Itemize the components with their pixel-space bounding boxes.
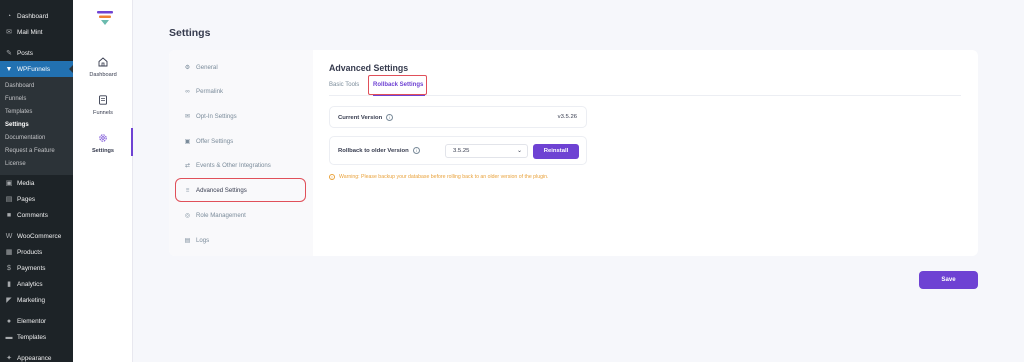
envelope-icon: ✉ xyxy=(184,112,191,120)
settings-nav-role-management[interactable]: ◎ Role Management xyxy=(183,208,246,222)
mail-icon: ✉ xyxy=(6,29,12,36)
wp-menu-media[interactable]: ▣ Media xyxy=(0,175,73,191)
wp-submenu-license[interactable]: License xyxy=(0,158,73,171)
settings-card: ⚙ General ∞ Permalink ✉ Opt-In Settings ▣ Of… xyxy=(169,50,978,256)
woocommerce-icon: W xyxy=(5,232,13,240)
info-icon[interactable]: i xyxy=(386,114,394,121)
templates-icon: ▬ xyxy=(5,333,13,341)
settings-nav: ⚙ General ∞ Permalink ✉ Opt-In Settings ▣ Of… xyxy=(169,50,313,256)
save-button[interactable]: Save xyxy=(919,271,978,289)
wp-menu-posts[interactable]: ✎ Posts xyxy=(0,45,73,61)
gear-icon: ⚙ xyxy=(184,63,191,71)
gift-icon: ▣ xyxy=(184,137,191,145)
rail-funnels[interactable]: Funnels xyxy=(73,95,133,116)
page-title: Settings xyxy=(169,27,211,39)
wp-menu-payments[interactable]: $ Payments xyxy=(0,260,73,276)
comments-icon: ■ xyxy=(6,211,12,219)
appearance-icon: ✦ xyxy=(6,355,12,362)
rollback-warning: ! Warning: Please backup your database be… xyxy=(329,174,548,180)
plugin-nav-rail: Dashboard Funnels Settings xyxy=(73,0,133,362)
advanced-settings-panel: Advanced Settings Basic Tools Rollback S… xyxy=(329,50,978,256)
reinstall-button[interactable]: Reinstall xyxy=(533,144,579,159)
info-icon[interactable]: i xyxy=(412,147,420,154)
wp-submenu-funnels[interactable]: Funnels xyxy=(0,93,73,106)
rollback-tab-highlight xyxy=(368,75,427,95)
wp-submenu-wpfunnels: Dashboard Funnels Templates Settings Doc… xyxy=(0,77,73,175)
integrations-icon: ⇄ xyxy=(184,161,191,169)
wp-admin-sidebar: ◔ Dashboard ✉ Mail Mint ✎ Posts ▼ WPFunnels … xyxy=(0,0,73,362)
current-version-row: Current Version i v3.5.26 xyxy=(329,106,587,128)
advanced-tabs: Basic Tools Rollback Settings xyxy=(329,75,961,96)
settings-nav-advanced[interactable]: ≡ Advanced Settings xyxy=(183,183,247,197)
rail-settings[interactable]: Settings xyxy=(73,133,133,154)
payments-icon: $ xyxy=(7,264,11,272)
wp-submenu-request-feature[interactable]: Request a Feature xyxy=(0,145,73,158)
wp-menu-woocommerce[interactable]: W WooCommerce xyxy=(0,228,73,244)
wp-menu-mail-mint[interactable]: ✉ Mail Mint xyxy=(0,24,73,40)
user-icon: ◎ xyxy=(184,211,191,219)
document-icon xyxy=(99,95,107,105)
sliders-icon: ≡ xyxy=(185,186,190,194)
wp-menu-dashboard[interactable]: ◔ Dashboard xyxy=(0,8,73,24)
chevron-down-icon: ⌄ xyxy=(516,148,522,154)
tab-basic-tools[interactable]: Basic Tools xyxy=(329,82,359,88)
elementor-icon: ● xyxy=(6,317,12,325)
advanced-settings-title: Advanced Settings xyxy=(329,63,409,73)
pages-icon: ▤ xyxy=(5,196,13,203)
settings-nav-optin[interactable]: ✉ Opt-In Settings xyxy=(183,109,237,123)
log-icon: ▤ xyxy=(184,236,191,244)
wp-menu-marketing[interactable]: ◤ Marketing xyxy=(0,292,73,308)
rollback-row: Rollback to older Version i 3.5.25 ⌄ Reins… xyxy=(329,136,587,165)
wpfunnels-logo-icon xyxy=(97,11,113,25)
settings-nav-integrations[interactable]: ⇄ Events & Other Integrations xyxy=(183,158,271,172)
marketing-icon: ◤ xyxy=(6,297,12,304)
wp-menu-elementor[interactable]: ● Elementor xyxy=(0,313,73,329)
products-icon: ▦ xyxy=(5,249,13,256)
settings-nav-offer[interactable]: ▣ Offer Settings xyxy=(183,134,234,148)
settings-nav-general[interactable]: ⚙ General xyxy=(183,60,218,74)
home-icon xyxy=(98,57,108,67)
wp-menu-wpfunnels[interactable]: ▼ WPFunnels xyxy=(0,61,73,77)
warning-icon: ! xyxy=(329,174,335,180)
dashboard-icon: ◔ xyxy=(6,12,12,20)
rollback-label: Rollback to older Version i xyxy=(338,147,420,154)
wp-menu-comments[interactable]: ■ Comments xyxy=(0,207,73,223)
settings-nav-logs[interactable]: ▤ Logs xyxy=(183,233,210,247)
pin-icon: ✎ xyxy=(6,50,12,57)
wp-menu-analytics[interactable]: ▮ Analytics xyxy=(0,276,73,292)
current-version-label: Current Version i xyxy=(338,114,394,121)
wp-submenu-templates[interactable]: Templates xyxy=(0,106,73,119)
wp-submenu-documentation[interactable]: Documentation xyxy=(0,132,73,145)
rollback-version-select[interactable]: 3.5.25 ⌄ xyxy=(445,144,528,158)
media-icon: ▣ xyxy=(5,180,13,187)
wp-menu-products[interactable]: ▦ Products xyxy=(0,244,73,260)
wp-menu-appearance[interactable]: ✦ Appearance xyxy=(0,350,73,362)
wp-submenu-dashboard[interactable]: Dashboard xyxy=(0,80,73,93)
analytics-icon: ▮ xyxy=(7,281,11,288)
gear-icon xyxy=(99,134,107,142)
link-icon: ∞ xyxy=(185,87,190,95)
wp-submenu-settings[interactable]: Settings xyxy=(0,119,73,132)
settings-nav-permalink[interactable]: ∞ Permalink xyxy=(183,84,223,98)
wp-menu-pages[interactable]: ▤ Pages xyxy=(0,191,73,207)
current-version-value: v3.5.26 xyxy=(557,114,577,120)
rail-active-indicator xyxy=(131,128,133,156)
funnel-icon: ▼ xyxy=(5,65,13,73)
wp-menu-templates[interactable]: ▬ Templates xyxy=(0,329,73,345)
rail-dashboard[interactable]: Dashboard xyxy=(73,57,133,78)
